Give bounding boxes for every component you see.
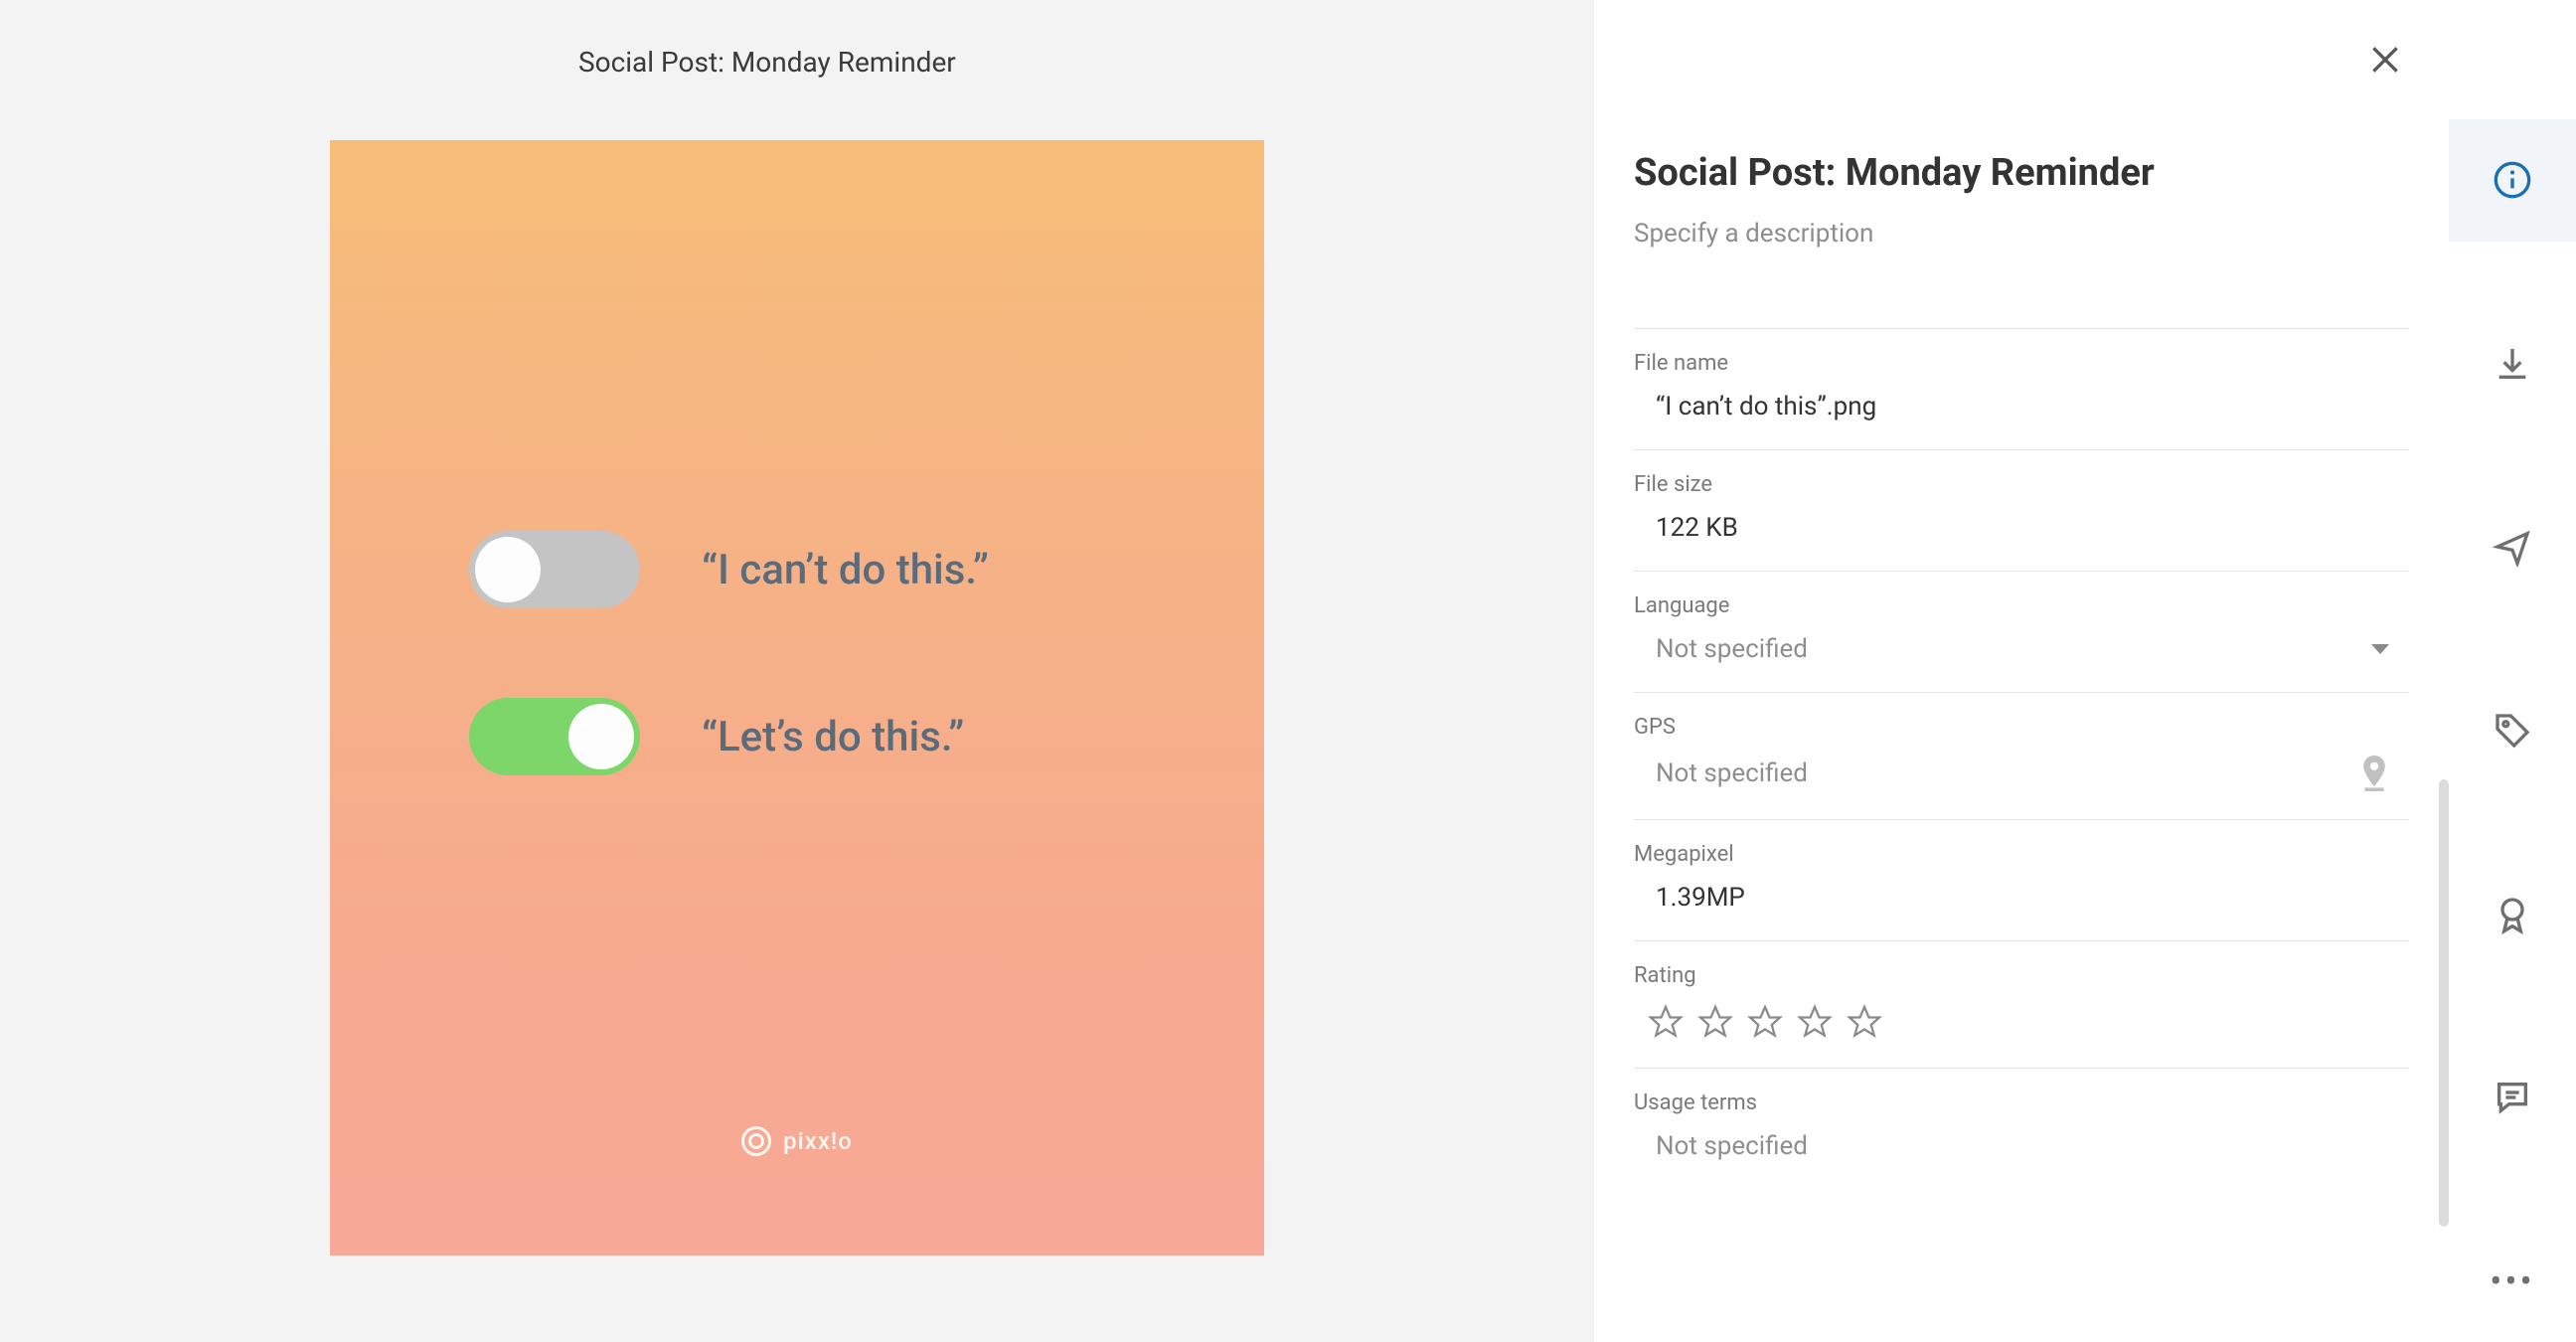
field-file-name: File name “I can’t do this”.png bbox=[1634, 328, 2409, 449]
comment-icon bbox=[2493, 1078, 2532, 1117]
action-rail: ••• bbox=[2449, 0, 2576, 1342]
file-name-value[interactable]: “I can’t do this”.png bbox=[1634, 392, 2409, 421]
close-button[interactable] bbox=[2365, 40, 2405, 80]
chevron-down-icon bbox=[2371, 644, 2389, 654]
more-icon: ••• bbox=[2490, 1260, 2534, 1302]
tag-icon bbox=[2493, 711, 2532, 751]
preview-pane: Social Post: Monday Reminder “I can’t do… bbox=[0, 0, 1594, 1342]
field-language: Language Not specified bbox=[1634, 571, 2409, 692]
rating-stars[interactable] bbox=[1634, 1004, 2409, 1040]
file-name-label: File name bbox=[1634, 351, 2409, 376]
language-value: Not specified bbox=[1634, 634, 1808, 664]
usage-terms-label: Usage terms bbox=[1634, 1090, 2409, 1115]
field-megapixel: Megapixel 1.39MP bbox=[1634, 819, 2409, 940]
description-input[interactable]: Specify a description bbox=[1634, 219, 2409, 249]
poster-row-off: “I can’t do this.” bbox=[330, 531, 1264, 608]
tag-button[interactable] bbox=[2449, 670, 2576, 792]
brand-logo-icon bbox=[741, 1126, 771, 1156]
download-button[interactable] bbox=[2449, 303, 2576, 425]
share-icon bbox=[2493, 527, 2532, 567]
info-icon bbox=[2493, 160, 2532, 200]
comment-button[interactable] bbox=[2449, 1037, 2576, 1159]
share-button[interactable] bbox=[2449, 486, 2576, 608]
brand-name: pixx!o bbox=[783, 1127, 853, 1155]
field-file-size: File size 122 KB bbox=[1634, 449, 2409, 571]
megapixel-label: Megapixel bbox=[1634, 842, 2409, 867]
field-rating: Rating bbox=[1634, 940, 2409, 1068]
detail-pane: Social Post: Monday Reminder Specify a d… bbox=[1594, 0, 2449, 1342]
more-button[interactable]: ••• bbox=[2449, 1220, 2576, 1342]
megapixel-value: 1.39MP bbox=[1634, 883, 2409, 913]
file-size-label: File size bbox=[1634, 472, 2409, 497]
scrollbar-thumb[interactable] bbox=[2439, 779, 2449, 1227]
toggle-on-icon bbox=[469, 698, 640, 775]
poster-line-2: “Let’s do this.” bbox=[702, 713, 964, 761]
preview-image: “I can’t do this.” “Let’s do this.” pixx… bbox=[330, 140, 1264, 1256]
toggle-off-icon bbox=[469, 531, 640, 608]
field-gps: GPS Not specified bbox=[1634, 692, 2409, 819]
star-icon[interactable] bbox=[1797, 1004, 1833, 1040]
brand-mark: pixx!o bbox=[330, 1126, 1264, 1156]
star-icon[interactable] bbox=[1747, 1004, 1783, 1040]
asset-title[interactable]: Social Post: Monday Reminder bbox=[1634, 151, 2409, 195]
rating-label: Rating bbox=[1634, 963, 2409, 988]
field-usage-terms: Usage terms Not specified bbox=[1634, 1068, 2409, 1189]
poster-line-1: “I can’t do this.” bbox=[702, 546, 989, 594]
gps-value: Not specified bbox=[1634, 758, 1808, 788]
language-select[interactable]: Not specified bbox=[1634, 634, 2409, 664]
poster-row-on: “Let’s do this.” bbox=[330, 698, 1264, 775]
award-icon bbox=[2493, 895, 2532, 934]
download-icon bbox=[2493, 344, 2532, 384]
language-label: Language bbox=[1634, 593, 2409, 618]
star-icon[interactable] bbox=[1697, 1004, 1733, 1040]
star-icon[interactable] bbox=[1847, 1004, 1882, 1040]
map-pin-icon bbox=[2359, 755, 2389, 791]
gps-input[interactable]: Not specified bbox=[1634, 755, 2409, 791]
info-button[interactable] bbox=[2449, 119, 2576, 242]
preview-title: Social Post: Monday Reminder bbox=[330, 46, 1264, 79]
usage-terms-value[interactable]: Not specified bbox=[1634, 1131, 2409, 1161]
file-size-value: 122 KB bbox=[1634, 513, 2409, 543]
star-icon[interactable] bbox=[1648, 1004, 1684, 1040]
gps-label: GPS bbox=[1634, 715, 2409, 740]
award-button[interactable] bbox=[2449, 853, 2576, 975]
